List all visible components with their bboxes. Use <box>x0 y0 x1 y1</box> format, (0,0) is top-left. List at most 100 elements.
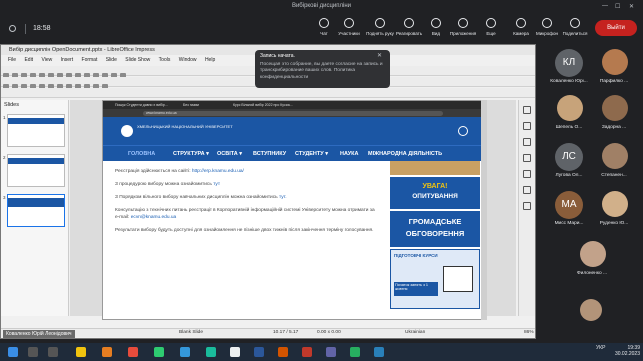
meeting-timer: 18:58 <box>33 25 51 32</box>
participant-tile[interactable]: Парфилко ... <box>590 46 638 92</box>
avatar <box>580 241 606 267</box>
navigator-icon[interactable] <box>523 202 531 210</box>
word-icon[interactable] <box>254 347 264 357</box>
transition-icon[interactable] <box>523 122 531 130</box>
app-icon[interactable] <box>278 347 288 357</box>
slide-thumbnail-2[interactable]: 2 <box>3 154 65 187</box>
site-title: ХМЕЛЬНИЦЬКИЙ НАЦІОНАЛЬНИЙ УНІВЕРСИТЕТ <box>137 124 233 129</box>
vertical-scrollbar[interactable] <box>481 100 487 320</box>
menu-file[interactable]: File <box>8 56 16 65</box>
avatar: МА <box>555 191 583 219</box>
site-navigation: ГОЛОВНА СТРУКТУРА ▾ ОСВІТА ▾ ВСТУПНИКУ С… <box>103 145 481 161</box>
avatar: КЛ <box>555 49 583 77</box>
meeting-toolbar: Вибіркові дисципліни — ☐ ✕ 18:58 Чат Уча… <box>0 0 643 42</box>
windows-start-icon[interactable] <box>8 347 18 357</box>
app-icon[interactable] <box>350 347 360 357</box>
university-logo <box>121 125 133 137</box>
master-slides-icon[interactable] <box>523 154 531 162</box>
avatar <box>557 95 583 121</box>
participant-tile[interactable]: Степанен... <box>590 140 638 186</box>
shield-icon[interactable] <box>9 25 16 32</box>
participant-tile[interactable]: ЛС Лугова Ол... <box>545 140 593 186</box>
chrome-icon[interactable] <box>154 347 164 357</box>
more-icon <box>486 18 496 28</box>
menu-help[interactable]: Help <box>205 56 215 65</box>
page-content: Реєстрація здійснюється на сайті: http:/… <box>103 161 388 319</box>
search-icon[interactable] <box>28 347 38 357</box>
erp-link: http://erp.knamu.edu.ua/ <box>191 169 244 174</box>
recording-notice-title: Запись начата. <box>260 53 295 59</box>
slides-pane-title: Slides <box>4 102 19 108</box>
participant-tile[interactable]: Задорна ... <box>590 92 638 138</box>
avatar <box>602 191 628 217</box>
procedure-link: тут <box>213 181 221 187</box>
app-icon[interactable] <box>180 347 190 357</box>
slide-thumbnail-3[interactable]: 3 <box>3 194 65 227</box>
menu-tools[interactable]: Tools <box>159 56 171 65</box>
os-taskbar: УКР 19:39 30.02.2023 <box>0 343 643 361</box>
minimize-icon[interactable]: — <box>602 3 608 9</box>
maximize-icon[interactable]: ☐ <box>615 3 620 10</box>
pdf-icon[interactable] <box>302 347 312 357</box>
nav-structure: СТРУКТУРА ▾ <box>173 151 209 157</box>
banner-courses: ПІДГОТОВЧІ КУРСИ Початок занять з 1 жовт… <box>390 249 480 309</box>
browser-tab: Пошук Студенти давно є вибір... <box>115 103 168 107</box>
app-icon[interactable] <box>128 347 138 357</box>
system-clock[interactable]: 19:39 30.02.2023 <box>614 345 640 357</box>
recording-notice: Запись начата. Посещая это собрание, вы … <box>255 50 390 88</box>
participant-tile[interactable]: Шепель О... <box>545 92 593 138</box>
procedure-paragraph: З процедурою вибору можна ознайомитись т… <box>115 181 221 187</box>
input-language[interactable]: УКР <box>596 345 605 351</box>
menu-view[interactable]: View <box>41 56 52 65</box>
participant-tile[interactable]: КЛ Коваленко Юрі... <box>545 46 593 92</box>
animation-icon[interactable] <box>523 138 531 146</box>
close-icon[interactable]: ✕ <box>629 3 634 10</box>
order-paragraph: З Порядком вільного вибору навчальних ди… <box>115 194 287 200</box>
menu-insert[interactable]: Insert <box>61 56 74 65</box>
avatar: ЛС <box>555 143 583 171</box>
hand-icon <box>375 18 385 28</box>
app-icon[interactable] <box>206 347 216 357</box>
slide-thumbnail-1[interactable]: 1 <box>3 114 65 147</box>
participant-tile[interactable]: Филоненко ... <box>568 238 616 284</box>
menu-edit[interactable]: Edit <box>24 56 33 65</box>
slide-canvas[interactable]: Пошук Студенти давно є вибір... Без назв… <box>102 100 482 320</box>
menu-format[interactable]: Format <box>82 56 98 65</box>
browser-tab: Без назви <box>183 103 200 107</box>
divider <box>25 24 26 34</box>
qr-code <box>443 266 473 292</box>
menu-slide-show[interactable]: Slide Show <box>125 56 150 65</box>
nav-science: НАУКА <box>340 151 359 157</box>
leave-button[interactable]: Выйти <box>595 20 637 36</box>
search-icon <box>458 126 468 136</box>
order-link: тут. <box>278 194 287 200</box>
task-view-icon[interactable] <box>48 347 58 357</box>
menu-window[interactable]: Window <box>179 56 197 65</box>
participant-tile[interactable] <box>568 296 616 342</box>
menu-slide[interactable]: Slide <box>106 56 117 65</box>
nav-education: ОСВІТА ▾ <box>217 151 243 157</box>
telegram-icon[interactable] <box>374 347 384 357</box>
app-icon[interactable] <box>102 347 112 357</box>
styles-icon[interactable] <box>523 170 531 178</box>
close-icon[interactable]: ✕ <box>377 52 382 59</box>
participant-tile[interactable]: МА Мисс Мари... <box>545 188 593 234</box>
participant-tile[interactable]: Руденко Ю... <box>590 188 638 234</box>
window-title: Вибіркові дисципліни <box>291 3 352 9</box>
people-icon <box>344 18 354 28</box>
status-zoom[interactable]: 86% <box>524 330 534 335</box>
nav-international: МІЖНАРОДНА ДІЯЛЬНІСТЬ <box>368 151 443 157</box>
camera-icon <box>516 18 526 28</box>
properties-icon[interactable] <box>523 106 531 114</box>
browser-tab: Курс Вільний вибір 2022 про Кусиа... <box>233 103 293 107</box>
teams-icon[interactable] <box>326 347 336 357</box>
status-layout: Blank Slide <box>179 330 203 335</box>
nav-applicants: ВСТУПНИКУ <box>253 151 287 157</box>
app-icon[interactable] <box>230 347 240 357</box>
share-button[interactable]: Поделиться <box>555 18 595 36</box>
registration-paragraph: Реєстрація здійснюється на сайті: http:/… <box>115 169 244 174</box>
avatar <box>580 299 602 321</box>
chat-icon <box>319 18 329 28</box>
explorer-icon[interactable] <box>76 347 86 357</box>
gallery-icon[interactable] <box>523 186 531 194</box>
